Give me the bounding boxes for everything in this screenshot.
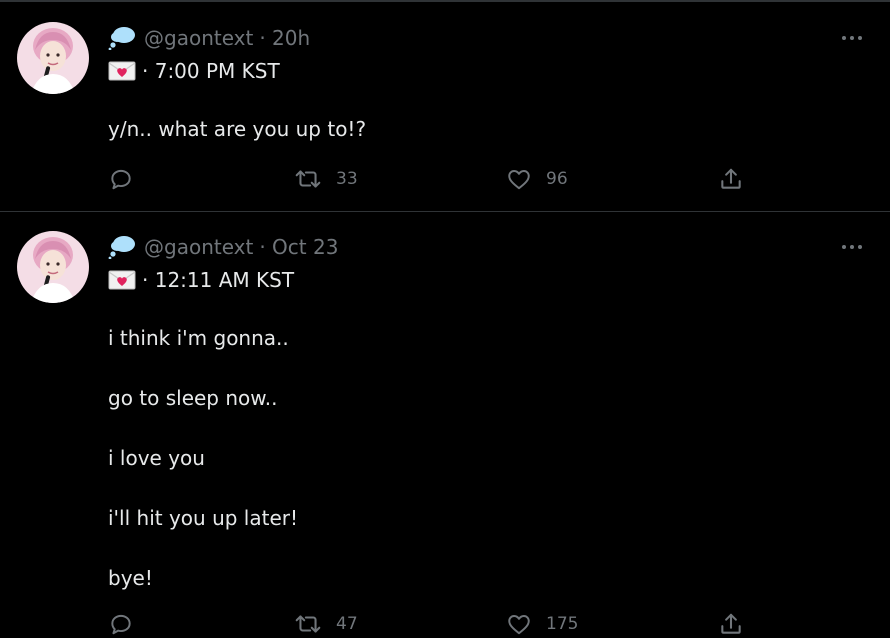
- tweet-text-line: bye!: [108, 566, 153, 590]
- like-button[interactable]: 96: [506, 165, 568, 193]
- like-count: 175: [546, 614, 579, 634]
- retweet-icon: [295, 170, 321, 188]
- like-button[interactable]: 175: [506, 610, 578, 638]
- retweet-button[interactable]: 33: [294, 165, 358, 193]
- like-count: 96: [546, 169, 568, 189]
- tweet[interactable]: @gaontext · 20h · 7:00 PM KST y/n.. what…: [0, 3, 890, 212]
- tweet[interactable]: @gaontext · Oct 23 · 12:11 AM KST i thin…: [0, 212, 890, 635]
- share-button[interactable]: [718, 165, 744, 193]
- retweet-count: 33: [336, 169, 358, 189]
- tweet-text-line: i'll hit you up later!: [108, 506, 298, 530]
- more-icon: [842, 245, 862, 249]
- avatar[interactable]: [17, 231, 89, 303]
- tweet-time[interactable]: · 20h: [259, 26, 310, 50]
- share-icon: [721, 168, 741, 189]
- avatar[interactable]: [17, 22, 89, 94]
- tweet-text-line: i love you: [108, 446, 205, 470]
- thought-balloon-icon: [108, 26, 136, 51]
- heart-icon: [508, 615, 530, 635]
- reply-icon: [111, 169, 131, 190]
- reply-button[interactable]: [108, 165, 134, 193]
- tweet-subtitle: · 7:00 PM KST: [142, 59, 280, 83]
- tweet-subtitle-line: · 7:00 PM KST: [108, 57, 280, 85]
- more-button[interactable]: [840, 238, 864, 256]
- reply-icon: [111, 614, 131, 635]
- tweet-subtitle-line: · 12:11 AM KST: [108, 266, 294, 294]
- author-handle[interactable]: @gaontext: [144, 26, 253, 50]
- retweet-count: 47: [336, 614, 358, 634]
- author-handle[interactable]: @gaontext: [144, 235, 253, 259]
- share-icon: [721, 613, 741, 634]
- tweet-header: @gaontext · 20h: [108, 24, 310, 52]
- share-button[interactable]: [718, 610, 744, 638]
- tweet-text-line: i think i'm gonna..: [108, 326, 289, 350]
- tweet-actions: 33 96: [108, 165, 768, 193]
- love-letter-icon: [108, 60, 136, 82]
- tweet-time[interactable]: · Oct 23: [259, 235, 338, 259]
- tweet-header: @gaontext · Oct 23: [108, 233, 338, 261]
- reply-button[interactable]: [108, 610, 134, 638]
- more-icon: [842, 36, 862, 40]
- retweet-button[interactable]: 47: [294, 610, 358, 638]
- tweet-text-line: go to sleep now..: [108, 386, 278, 410]
- retweet-icon: [295, 615, 321, 633]
- tweet-actions: 47 175: [108, 610, 768, 638]
- heart-icon: [508, 170, 530, 190]
- tweet-subtitle: · 12:11 AM KST: [142, 268, 295, 292]
- love-letter-icon: [108, 269, 136, 291]
- thought-balloon-icon: [108, 235, 136, 260]
- more-button[interactable]: [840, 29, 864, 47]
- tweet-text: y/n.. what are you up to!?: [108, 117, 367, 141]
- top-divider: [0, 0, 890, 2]
